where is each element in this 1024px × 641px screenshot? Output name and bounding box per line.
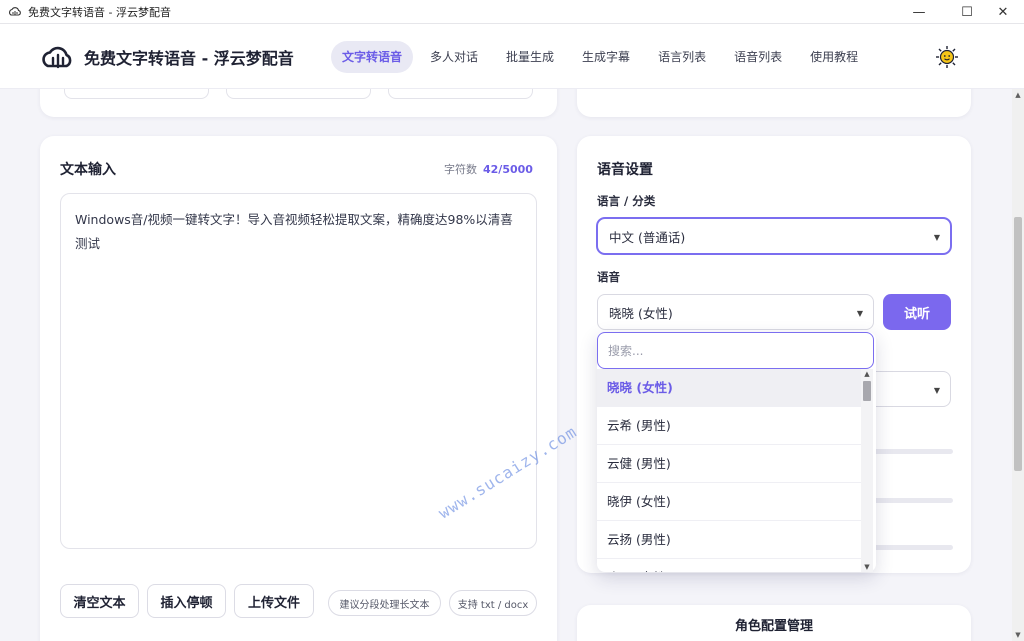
voice-settings-title: 语音设置 <box>597 162 653 178</box>
role-config-title[interactable]: 角色配置管理 <box>577 615 971 634</box>
voice-select[interactable]: 晓晓 (女性) ▼ <box>597 294 874 330</box>
language-label: 语言 / 分类 <box>597 194 656 208</box>
top-right-card <box>577 89 971 117</box>
cloud-logo-icon <box>42 46 72 69</box>
role-config-card: 角色配置管理 <box>577 605 971 641</box>
maximize-button[interactable]: ☐ <box>950 0 984 24</box>
tab-subtitles[interactable]: 生成字幕 <box>571 41 641 73</box>
voice-select-value: 晓晓 (女性) <box>609 305 673 321</box>
pill-remnant <box>388 89 533 99</box>
voice-option[interactable]: 云健 (男性) <box>597 445 861 483</box>
window-titlebar: 免费文字转语音 - 浮云梦配音 <box>0 0 1024 24</box>
brand[interactable]: 免费文字转语音 - 浮云梦配音 <box>40 42 294 72</box>
pill-remnant <box>64 89 209 99</box>
char-counter-label: 字符数 <box>444 163 477 176</box>
preview-button[interactable]: 试听 <box>883 294 951 330</box>
app-icon <box>9 6 21 16</box>
window-scroll-thumb[interactable] <box>1014 217 1022 471</box>
scroll-up-icon[interactable]: ▲ <box>1012 91 1024 99</box>
chevron-down-icon: ▼ <box>933 386 940 395</box>
pitch-slider[interactable] <box>874 498 953 503</box>
language-select-value: 中文 (普通话) <box>609 229 686 245</box>
chevron-down-icon: ▼ <box>856 309 863 318</box>
insert-pause-button[interactable]: 插入停顿 <box>147 584 226 618</box>
voice-search-input[interactable]: 搜索... <box>597 332 874 369</box>
close-button[interactable]: ✕ <box>986 0 1020 24</box>
dropdown-scrollbar[interactable]: ▲ ▼ <box>861 369 873 572</box>
volume-slider[interactable] <box>874 545 953 550</box>
voice-option[interactable]: 云希 (男性) <box>597 407 861 445</box>
text-input-title: 文本输入 <box>60 162 116 178</box>
brand-name: 免费文字转语音 - 浮云梦配音 <box>84 49 294 68</box>
dropdown-scroll-thumb[interactable] <box>863 381 871 401</box>
language-select[interactable]: 中文 (普通话) ▼ <box>597 218 951 254</box>
top-left-card <box>40 89 557 117</box>
rate-slider[interactable] <box>874 449 953 454</box>
app-header: 免费文字转语音 - 浮云梦配音 文字转语音 多人对话 批量生成 生成字幕 语言列… <box>0 24 1024 89</box>
chevron-down-icon: ▼ <box>933 233 940 242</box>
pill-remnant <box>226 89 371 99</box>
tab-tutorial[interactable]: 使用教程 <box>799 41 869 73</box>
tab-multi-dialog[interactable]: 多人对话 <box>419 41 489 73</box>
voice-dropdown: 搜索... 晓晓 (女性) 云希 (男性) 云健 (男性) 晓伊 (女性) 云扬… <box>597 332 876 572</box>
window-scrollbar[interactable]: ▲ ▼ <box>1012 89 1024 641</box>
voice-option[interactable]: 晓晓 (女性) <box>597 369 861 407</box>
clear-text-button[interactable]: 清空文本 <box>60 584 139 618</box>
voice-option[interactable]: 云扬 (男性) <box>597 521 861 559</box>
main-nav: 文字转语音 多人对话 批量生成 生成字幕 语言列表 语音列表 使用教程 <box>331 41 875 73</box>
tab-text-to-speech[interactable]: 文字转语音 <box>331 41 414 73</box>
voice-option-list: 晓晓 (女性) 云希 (男性) 云健 (男性) 晓伊 (女性) 云扬 (男性) … <box>597 369 861 572</box>
split-hint-chip: 建议分段处理长文本 <box>328 590 441 616</box>
tab-voice-list[interactable]: 语音列表 <box>723 41 793 73</box>
voice-option[interactable]: 晓辰 (女性) <box>597 559 861 572</box>
minimize-button[interactable]: — <box>902 0 936 24</box>
window-title: 免费文字转语音 - 浮云梦配音 <box>28 5 171 19</box>
sun-icon[interactable] <box>935 45 959 69</box>
tab-language-list[interactable]: 语言列表 <box>647 41 717 73</box>
upload-file-button[interactable]: 上传文件 <box>234 584 314 618</box>
char-counter: 字符数 42/5000 <box>444 161 533 177</box>
scroll-down-icon[interactable]: ▼ <box>1012 631 1024 639</box>
format-hint-chip: 支持 txt / docx <box>449 590 537 616</box>
tab-batch-generate[interactable]: 批量生成 <box>495 41 565 73</box>
voice-option[interactable]: 晓伊 (女性) <box>597 483 861 521</box>
voice-label: 语音 <box>597 270 620 284</box>
scroll-up-icon[interactable]: ▲ <box>861 370 873 378</box>
scroll-down-icon[interactable]: ▼ <box>861 563 873 571</box>
char-counter-value: 42/5000 <box>483 163 533 176</box>
